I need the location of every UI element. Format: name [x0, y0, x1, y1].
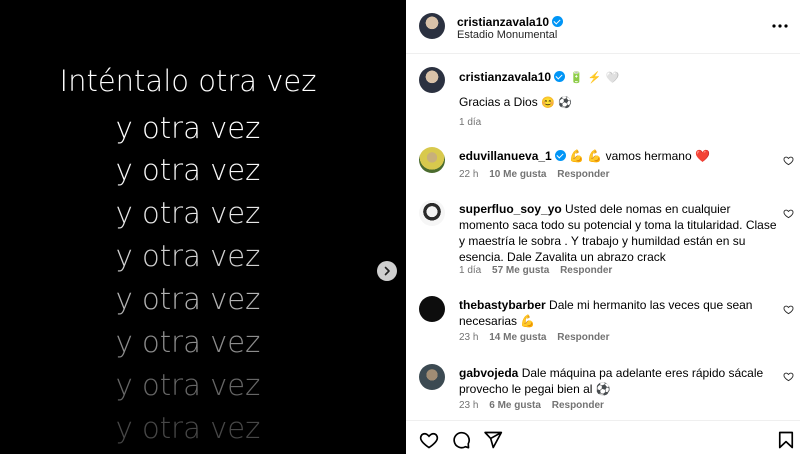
avatar[interactable]: [419, 364, 445, 390]
post-details-panel: cristianzavala10 Estadio Monumental cris…: [406, 0, 800, 454]
comment-text: 💪 💪 vamos hermano ❤️: [569, 149, 710, 163]
comment-time[interactable]: 1 día: [459, 265, 481, 276]
avatar[interactable]: [419, 67, 445, 93]
post-header: cristianzavala10 Estadio Monumental: [406, 0, 800, 54]
comment-likes[interactable]: 14 Me gusta: [489, 332, 546, 343]
avatar[interactable]: [419, 200, 445, 226]
comment-username[interactable]: eduvillanueva_1: [459, 149, 552, 163]
smile-emoji: 😊: [541, 97, 555, 109]
comment-likes[interactable]: 57 Me gusta: [492, 265, 549, 276]
media-text-line-9: y otra vez: [115, 411, 261, 445]
avatar[interactable]: [419, 147, 445, 173]
media-text-line-6: y otra vez: [115, 282, 261, 316]
heart-emoji: 🤍: [605, 72, 620, 84]
location-link[interactable]: Estadio Monumental: [457, 29, 557, 41]
caption-username[interactable]: cristianzavala10: [459, 70, 551, 84]
media-text-line-4: y otra vez: [115, 196, 261, 230]
reply-button[interactable]: Responder: [552, 400, 604, 411]
soccer-ball-emoji: ⚽: [558, 97, 572, 109]
share-icon[interactable]: [483, 430, 503, 450]
verified-badge-icon: [554, 150, 566, 161]
caption-text: Gracias a Dios 😊 ⚽: [459, 95, 572, 109]
avatar[interactable]: [419, 296, 445, 322]
comment-item: gabvojeda Dale máquina pa adelante eres …: [406, 363, 800, 415]
reply-button[interactable]: Responder: [557, 332, 609, 343]
heart-icon[interactable]: [783, 304, 794, 315]
comment-time[interactable]: 23 h: [459, 332, 478, 343]
avatar[interactable]: [419, 13, 445, 39]
media-text-line-5: y otra vez: [115, 239, 261, 273]
comment-item: eduvillanueva_1 💪 💪 vamos hermano ❤️ 22 …: [406, 146, 800, 186]
comment-likes[interactable]: 6 Me gusta: [489, 400, 541, 411]
more-options-icon[interactable]: [770, 18, 790, 34]
comment-username[interactable]: thebastybarber: [459, 298, 546, 312]
reply-button[interactable]: Responder: [557, 169, 609, 180]
bookmark-icon[interactable]: [776, 430, 796, 450]
chevron-right-icon: [384, 266, 390, 276]
comment-username[interactable]: superfluo_soy_yo: [459, 202, 562, 216]
heart-icon[interactable]: [783, 371, 794, 382]
comment-item: superfluo_soy_yo Usted dele nomas en cua…: [406, 199, 800, 281]
caption: cristianzavala10 🔋 ⚡ 🤍 Gracias a Dios 😊 …: [406, 66, 800, 136]
media-text-line-2: y otra vez: [115, 111, 261, 145]
comment-time[interactable]: 23 h: [459, 400, 478, 411]
comment-icon[interactable]: [451, 430, 471, 450]
media-text-line-1: Inténtalo otra vez: [59, 64, 317, 98]
media-text-line-8: y otra vez: [115, 368, 261, 402]
next-slide-button[interactable]: [377, 261, 397, 281]
heart-icon[interactable]: [783, 208, 794, 219]
comment-time[interactable]: 22 h: [459, 169, 478, 180]
comment-likes[interactable]: 10 Me gusta: [489, 169, 546, 180]
media-text-line-7: y otra vez: [115, 325, 261, 359]
verified-badge-icon: [554, 71, 566, 82]
comment-username[interactable]: gabvojeda: [459, 366, 518, 380]
heart-icon[interactable]: [419, 430, 439, 450]
verified-badge-icon: [552, 16, 564, 27]
lightning-emoji: ⚡: [587, 72, 602, 84]
header-username[interactable]: cristianzavala10: [457, 15, 549, 29]
battery-emoji: 🔋: [569, 72, 584, 84]
heart-icon[interactable]: [783, 155, 794, 166]
post-media[interactable]: Inténtalo otra vez y otra vez y otra vez…: [0, 0, 406, 454]
media-text-line-3: y otra vez: [115, 153, 261, 187]
caption-time: 1 día: [459, 117, 482, 128]
reply-button[interactable]: Responder: [560, 265, 612, 276]
post-action-bar: [406, 420, 800, 454]
comment-item: thebastybarber Dale mi hermanito las vec…: [406, 295, 800, 345]
